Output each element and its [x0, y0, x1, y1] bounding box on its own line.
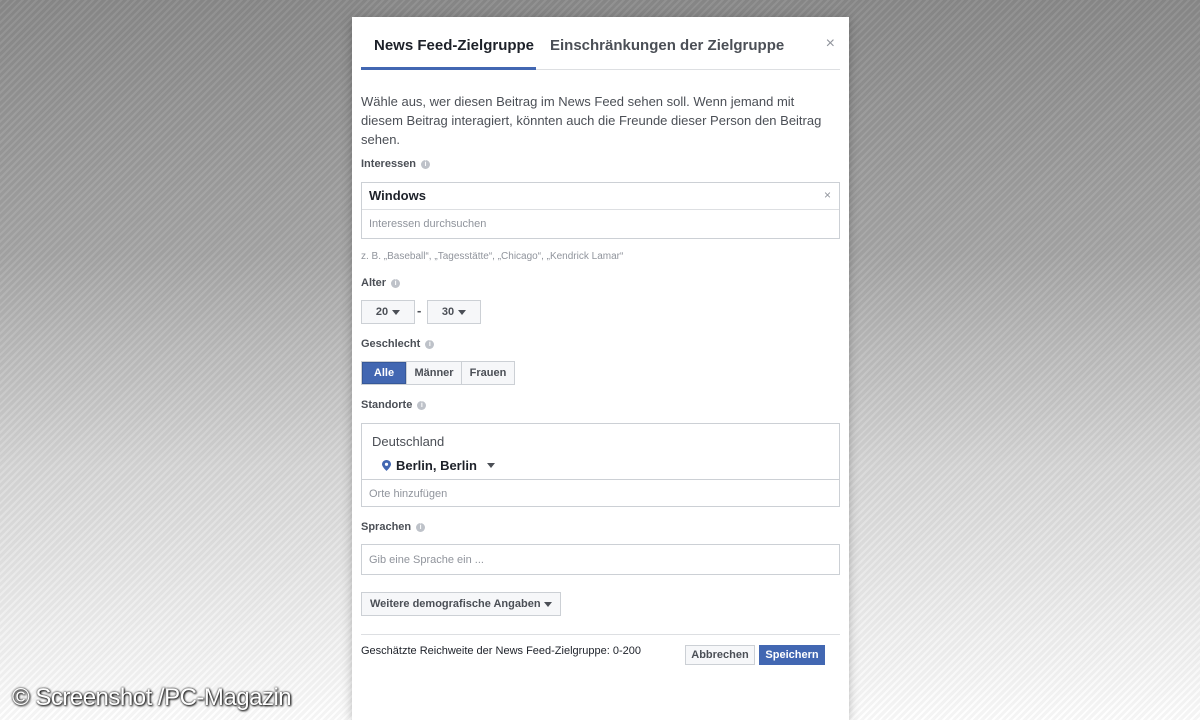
cancel-button[interactable]: Abbrechen — [685, 645, 755, 665]
more-demographics-label: Weitere demografische Angaben — [370, 598, 541, 610]
location-city-dropdown[interactable]: Berlin, Berlin — [382, 458, 495, 473]
locations-label: Standorte — [361, 399, 413, 411]
tab-bar: News Feed-Zielgruppe Einschränkungen der… — [361, 17, 840, 70]
save-button[interactable]: Speichern — [759, 645, 825, 665]
gender-label: Geschlecht — [361, 338, 421, 350]
chevron-down-icon — [486, 463, 495, 468]
age-label: Alter — [361, 277, 387, 289]
interests-label-row: Interessen i — [361, 158, 431, 170]
locations-box: Deutschland Berlin, Berlin — [361, 423, 840, 507]
interests-search-input[interactable] — [362, 210, 839, 238]
info-icon[interactable]: i — [421, 159, 431, 169]
active-tab-indicator — [361, 67, 536, 70]
interest-tag: Windows × — [362, 183, 839, 210]
info-icon[interactable]: i — [416, 522, 426, 532]
tab-audience-restrictions[interactable]: Einschränkungen der Zielgruppe — [550, 37, 784, 54]
gender-option-women[interactable]: Frauen — [462, 362, 514, 384]
age-max-dropdown[interactable]: 30 — [427, 300, 481, 324]
languages-box — [361, 544, 840, 575]
languages-label: Sprachen — [361, 521, 412, 533]
footer-divider — [361, 634, 840, 635]
watermark: © Screenshot /PC-Magazin — [12, 684, 292, 711]
info-icon[interactable]: i — [417, 400, 427, 410]
chevron-down-icon — [543, 601, 552, 607]
age-min-value: 20 — [375, 306, 389, 318]
age-min-dropdown[interactable]: 20 — [361, 300, 415, 324]
locations-add-input[interactable] — [362, 480, 839, 507]
close-icon[interactable]: × — [826, 35, 835, 53]
interest-tag-label: Windows — [369, 188, 426, 203]
info-icon[interactable]: i — [425, 339, 435, 349]
gender-option-all[interactable]: Alle — [362, 362, 407, 384]
location-input-row — [362, 479, 839, 507]
age-max-value: 30 — [441, 306, 455, 318]
languages-label-row: Sprachen i — [361, 521, 426, 533]
estimated-reach: Geschätzte Reichweite der News Feed-Ziel… — [361, 645, 642, 657]
audience-dialog: News Feed-Zielgruppe Einschränkungen der… — [352, 17, 849, 720]
chevron-down-icon — [392, 309, 401, 315]
gender-label-row: Geschlecht i — [361, 338, 435, 350]
age-label-row: Alter i — [361, 277, 401, 289]
more-demographics-button[interactable]: Weitere demografische Angaben — [361, 592, 561, 616]
chevron-down-icon — [458, 309, 467, 315]
locations-label-row: Standorte i — [361, 399, 427, 411]
dialog-description: Wähle aus, wer diesen Beitrag im News Fe… — [361, 94, 822, 147]
map-pin-icon — [382, 460, 391, 471]
remove-interest-icon[interactable]: × — [824, 188, 831, 202]
location-city-label: Berlin, Berlin — [396, 458, 477, 473]
age-separator: - — [417, 303, 422, 318]
interests-hint: z. B. „Baseball“, „Tagesstätte“, „Chicag… — [361, 251, 624, 262]
gender-selector: Alle Männer Frauen — [361, 361, 515, 385]
info-icon[interactable]: i — [391, 278, 401, 288]
interests-label: Interessen — [361, 158, 417, 170]
tab-news-feed-audience[interactable]: News Feed-Zielgruppe — [374, 37, 534, 54]
interests-box: Windows × — [361, 182, 840, 239]
location-country: Deutschland — [372, 434, 445, 449]
gender-option-men[interactable]: Männer — [407, 362, 462, 384]
languages-input[interactable] — [362, 545, 839, 574]
